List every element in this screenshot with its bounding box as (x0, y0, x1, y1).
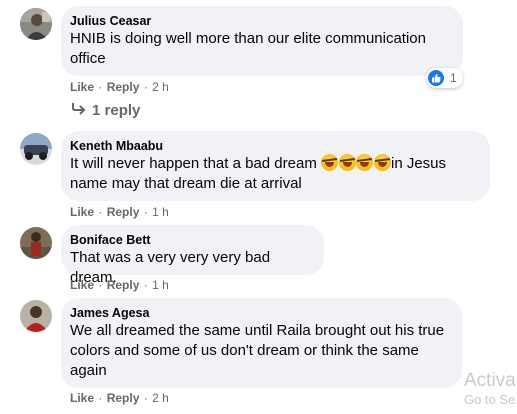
like-button[interactable]: Like (70, 80, 94, 94)
comment-author[interactable]: Keneth Mbaabu (70, 138, 478, 154)
comment-text-line: again (70, 362, 107, 379)
avatar[interactable] (20, 133, 52, 165)
avatar[interactable] (20, 8, 52, 40)
comment-actions: Like · Reply · 2 h (70, 79, 169, 95)
rolling-laughing-emoji-icon (321, 154, 338, 171)
comment-actions: Like · Reply · 1 h (70, 277, 169, 293)
separator-dot: · (98, 278, 103, 292)
comment-bubble: Julius Ceasar HNIB is doing well more th… (61, 6, 463, 76)
comment-author[interactable]: Boniface Bett (70, 232, 312, 248)
comment-timestamp[interactable]: 2 h (152, 391, 169, 405)
separator-dot: · (98, 80, 103, 94)
replies-count-label: 1 reply (92, 102, 141, 119)
rolling-laughing-emoji-icon (338, 154, 356, 171)
comment-text-line: We all dreamed the same until Raila brou… (70, 322, 445, 339)
comment-text-line: It will never happen that a bad dream in… (70, 154, 478, 174)
reply-arrow-icon (71, 102, 86, 119)
comment-actions: Like · Reply · 1 h (70, 204, 169, 220)
like-button[interactable]: Like (70, 205, 94, 219)
reply-button[interactable]: Reply (107, 80, 140, 94)
rolling-laughing-emoji-icon (356, 154, 373, 171)
reaction-count: 1 (450, 71, 457, 85)
reply-button[interactable]: Reply (107, 205, 140, 219)
rolling-laughing-emoji-icon (373, 154, 391, 171)
comment-bubble: Boniface Bett That was a very very very … (61, 225, 324, 286)
separator-dot: · (143, 278, 148, 292)
comment-timestamp[interactable]: 2 h (152, 80, 169, 94)
avatar[interactable] (20, 408, 52, 414)
separator-dot: · (143, 205, 148, 219)
like-button[interactable]: Like (70, 391, 94, 405)
comment-text-line: colors and some of us don't dream or thi… (70, 342, 419, 359)
comment-author[interactable]: Julius Ceasar (70, 13, 451, 29)
reply-button[interactable]: Reply (107, 278, 140, 292)
comment-author[interactable]: James Agesa (70, 305, 450, 321)
avatar[interactable] (20, 300, 52, 332)
comment-timestamp[interactable]: 1 h (152, 205, 169, 219)
comment-bubble: James Agesa We all dreamed the same unti… (61, 298, 462, 388)
comment-text-line: name may that dream die at arrival (70, 175, 302, 192)
activation-watermark: Activa Go to Se (464, 370, 516, 408)
watermark-line-1: Activa (464, 370, 516, 391)
separator-dot: · (98, 205, 103, 219)
separator-dot: · (98, 391, 103, 405)
avatar[interactable] (20, 227, 52, 259)
comment-text: It will never happen that a bad dream (70, 155, 321, 172)
view-replies-link[interactable]: 1 reply (71, 102, 140, 119)
separator-dot: · (143, 391, 148, 405)
separator-dot: · (143, 80, 148, 94)
comment-text-line: office (70, 50, 106, 67)
comment-bubble: Keneth Mbaabu It will never happen that … (61, 131, 490, 201)
like-button[interactable]: Like (70, 278, 94, 292)
comment-text-line: HNIB is doing well more than our elite c… (70, 30, 426, 47)
reaction-summary[interactable]: 1 (426, 68, 463, 88)
comment-actions: Like · Reply · 2 h (70, 390, 169, 406)
comment-timestamp[interactable]: 1 h (152, 278, 169, 292)
comment-text: in Jesus (391, 155, 447, 172)
like-reaction-icon (428, 70, 444, 86)
watermark-line-2: Go to Se (464, 392, 516, 407)
reply-button[interactable]: Reply (107, 391, 140, 405)
